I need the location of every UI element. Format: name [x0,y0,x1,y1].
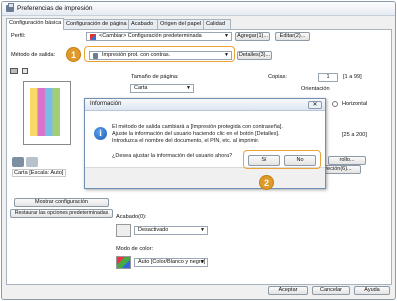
print-icon [12,157,24,167]
preview-caption: Carta [Escala: Auto] [12,169,66,177]
page-preview [23,81,71,145]
dialog-buttons-highlight [243,150,321,169]
finishing-select[interactable]: Desactivado ▼ [134,226,208,235]
add-profile-button[interactable]: Agregar(1)... [235,32,270,41]
tab-quality[interactable]: Calidad [203,19,231,29]
close-icon[interactable]: ✕ [308,101,322,109]
chevron-down-icon: ▼ [200,259,205,265]
tab-basic[interactable]: Configuración básica [6,18,64,30]
copies-label: Copias: [268,74,287,80]
profile-icon [90,34,96,40]
zoom-range-fragment: [25 a 200] [342,132,367,138]
dialog-title-bar: Información ✕ [85,99,325,111]
output-method-highlight [84,46,235,62]
profile-select[interactable]: <Cambiar> Configuración predeterminada ▼ [86,32,232,41]
printer-icon [6,3,14,12]
color-mode-label: Modo de color: [116,246,154,252]
window-title: Preferencias de impresión [17,5,93,12]
dialog-footer [85,167,325,188]
profile-value: <Cambiar> Configuración predeterminada [99,33,202,39]
callout-1-badge: 1 [66,47,81,62]
profile-label: Perfil: [11,33,26,39]
truncated-button[interactable]: rollo... [328,156,366,165]
dialog-message-line-1: El método de salida cambiará a [Impresió… [112,124,283,130]
tab-paper-source[interactable]: Origen del papel [157,19,204,29]
information-dialog: Información ✕ i El método de salida camb… [84,98,326,189]
callout-2-badge: 2 [259,175,274,190]
dialog-message-line-2: Ajuste la información del usuario hacien… [112,131,280,137]
copies-range: [1 a 99] [343,74,362,80]
chevron-down-icon: ▼ [186,85,191,91]
output-method-label: Método de salida: [11,52,56,58]
dialog-question: ¿Desea ajustar la información del usuari… [112,153,233,159]
color-mode-icon [116,256,131,269]
copies-input[interactable]: 1 [318,73,338,82]
show-configuration-button[interactable]: Mostrar configuración [14,198,109,207]
dialog-title: Información [90,101,122,107]
page-size-value: Carta [134,85,148,91]
help-button[interactable]: Ayuda [354,286,390,295]
tab-page-setup[interactable]: Configuración de página [63,19,129,29]
info-icon: i [94,127,107,140]
finishing-icon [116,224,131,237]
edit-profile-button[interactable]: Editar(2)... [275,32,310,41]
preview-image [30,88,60,136]
orientation-label: Orientación [301,86,330,92]
landscape-radio[interactable] [332,101,338,107]
chevron-down-icon: ▼ [200,227,205,233]
chevron-down-icon: ▼ [224,33,229,39]
layout-icon [26,157,38,167]
landscape-label: Horizontal [342,101,368,107]
color-mode-value: Auto [Color/Blanco y negro] [138,259,206,265]
page-size-select[interactable]: Carta ▼ [130,84,194,93]
tab-finishing[interactable]: Acabado [128,19,158,29]
color-mode-select[interactable]: Auto [Color/Blanco y negro] ▼ [134,258,208,267]
preview-printer-icon [10,68,18,74]
finishing-label: Acabado(0): [116,214,147,220]
page-size-label: Tamaño de página: [131,74,179,80]
details-button[interactable]: Detalles(3)... [237,51,272,60]
finishing-value: Desactivado [138,227,169,233]
restore-defaults-button[interactable]: Restaurar las opciones predeterminadas [10,209,113,218]
ok-button[interactable]: Aceptar [268,286,308,295]
title-bar: Preferencias de impresión [2,2,395,16]
dialog-message-line-3: Introduzca el nombre del documento, el P… [112,138,260,144]
preview-doc-icon [22,68,28,74]
cancel-button[interactable]: Cancelar [312,286,350,295]
